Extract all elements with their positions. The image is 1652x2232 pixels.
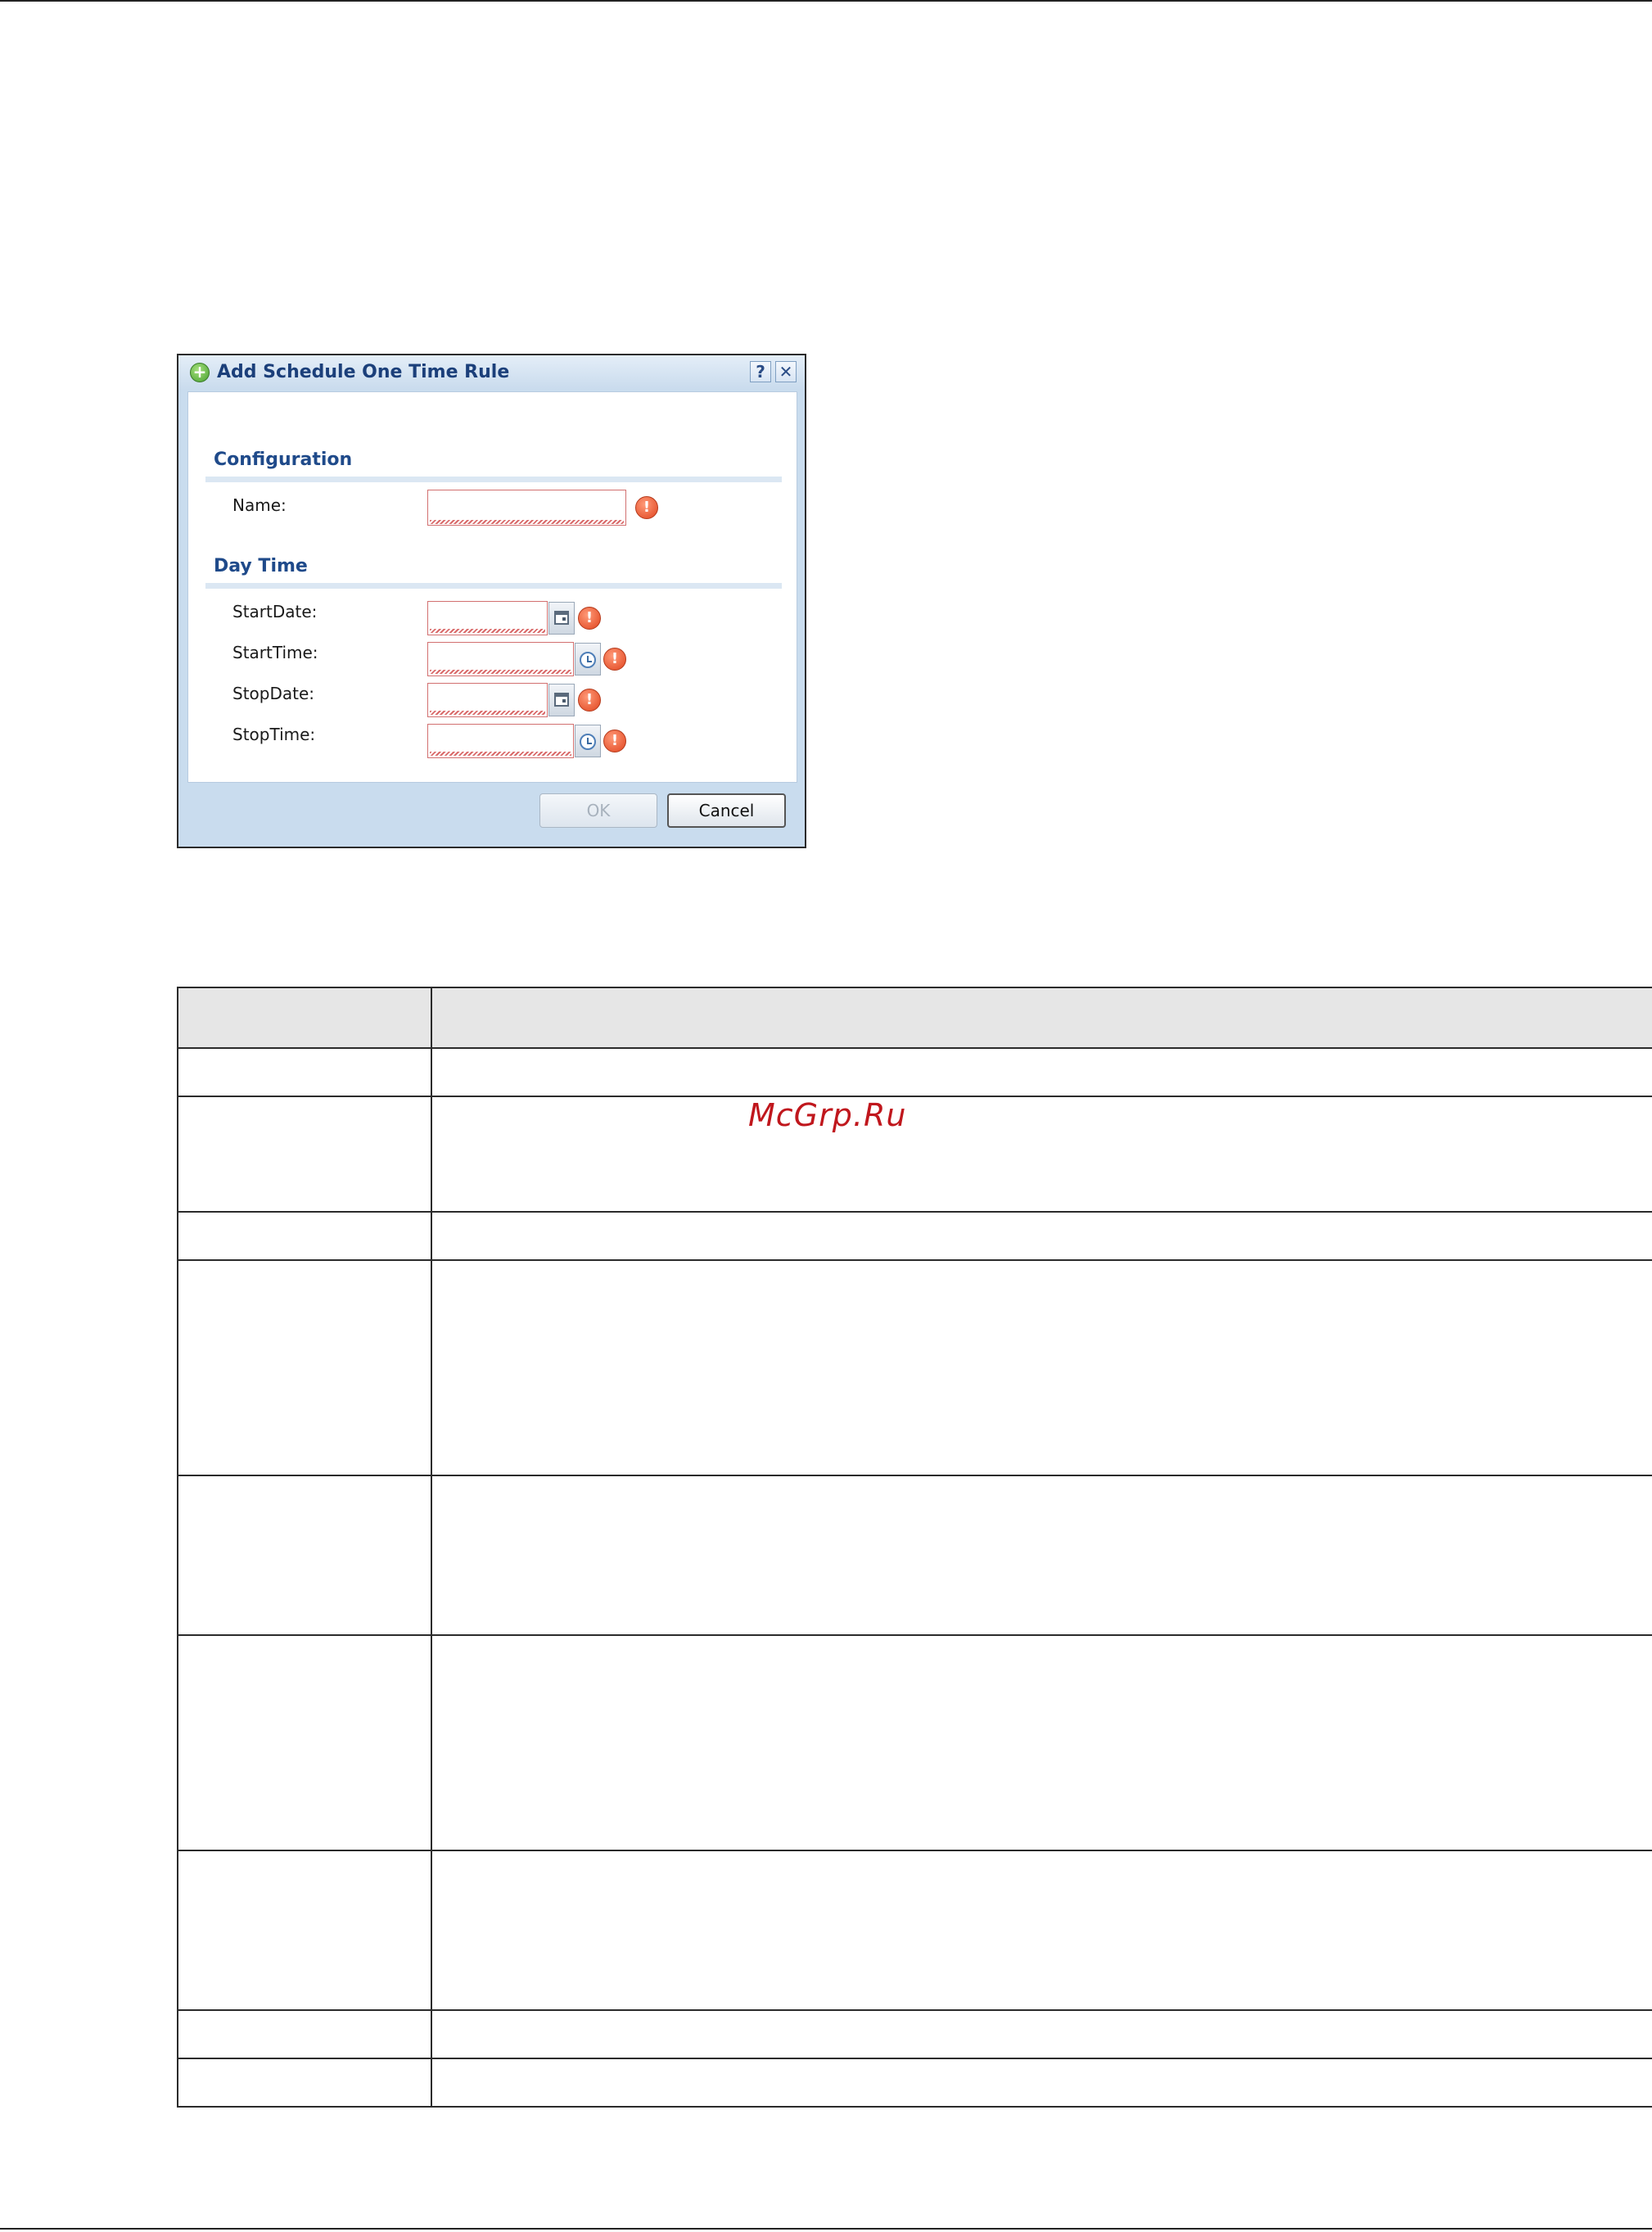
section-divider [205,583,782,589]
table-header-row [177,987,1652,1049]
table-row [177,1211,1652,1261]
error-icon: ! [603,730,626,752]
error-icon: ! [578,607,601,630]
stop-date-picker-button[interactable] [548,684,575,716]
name-label: Name: [232,495,287,515]
dialog-titlebar[interactable]: + Add Schedule One Time Rule ? ✕ [178,355,805,390]
section-configuration: Configuration [214,450,353,470]
start-time-picker-button[interactable] [575,643,601,675]
add-schedule-dialog: + Add Schedule One Time Rule ? ✕ Configu… [177,354,806,848]
table-row [177,1259,1652,1476]
stop-time-picker-button[interactable] [575,725,601,757]
start-date-label: StartDate: [232,602,318,621]
table-header-cell [431,987,1652,1049]
error-icon: ! [578,689,601,712]
table-row [177,1634,1652,1851]
stop-date-input[interactable] [427,683,548,717]
error-icon: ! [603,648,626,671]
clock-icon [580,734,596,750]
start-time-label: StartTime: [232,643,318,662]
dialog-body: Configuration Name: ! Day Time StartDate… [187,391,797,783]
stop-date-label: StopDate: [232,684,315,703]
stop-time-label: StopTime: [232,725,316,744]
name-input[interactable] [427,490,626,526]
add-schedule-icon: + [190,363,210,382]
start-date-picker-button[interactable] [548,602,575,635]
close-button[interactable]: ✕ [775,361,797,382]
help-button[interactable]: ? [750,361,771,382]
section-day-time: Day Time [214,556,308,576]
watermark-text: McGrp.Ru [748,1097,907,1133]
field-description-table [177,987,1652,2108]
table-header-cell [177,987,432,1049]
start-time-input[interactable] [427,642,574,676]
calendar-icon [554,611,569,625]
table-row [177,1096,1652,1213]
table-row [177,2058,1652,2108]
calendar-icon [554,693,569,707]
page-top-rule [0,0,1652,2]
stop-time-input[interactable] [427,724,574,758]
page-bottom-rule [0,2228,1652,2230]
section-divider [205,477,782,482]
cancel-button[interactable]: Cancel [667,793,786,828]
error-icon: ! [635,496,658,519]
clock-icon [580,652,596,668]
start-date-input[interactable] [427,601,548,635]
table-row [177,1047,1652,1097]
ok-button[interactable]: OK [539,793,657,828]
dialog-title: Add Schedule One Time Rule [217,362,510,382]
table-row [177,2009,1652,2059]
table-row [177,1850,1652,2011]
table-row [177,1475,1652,1636]
